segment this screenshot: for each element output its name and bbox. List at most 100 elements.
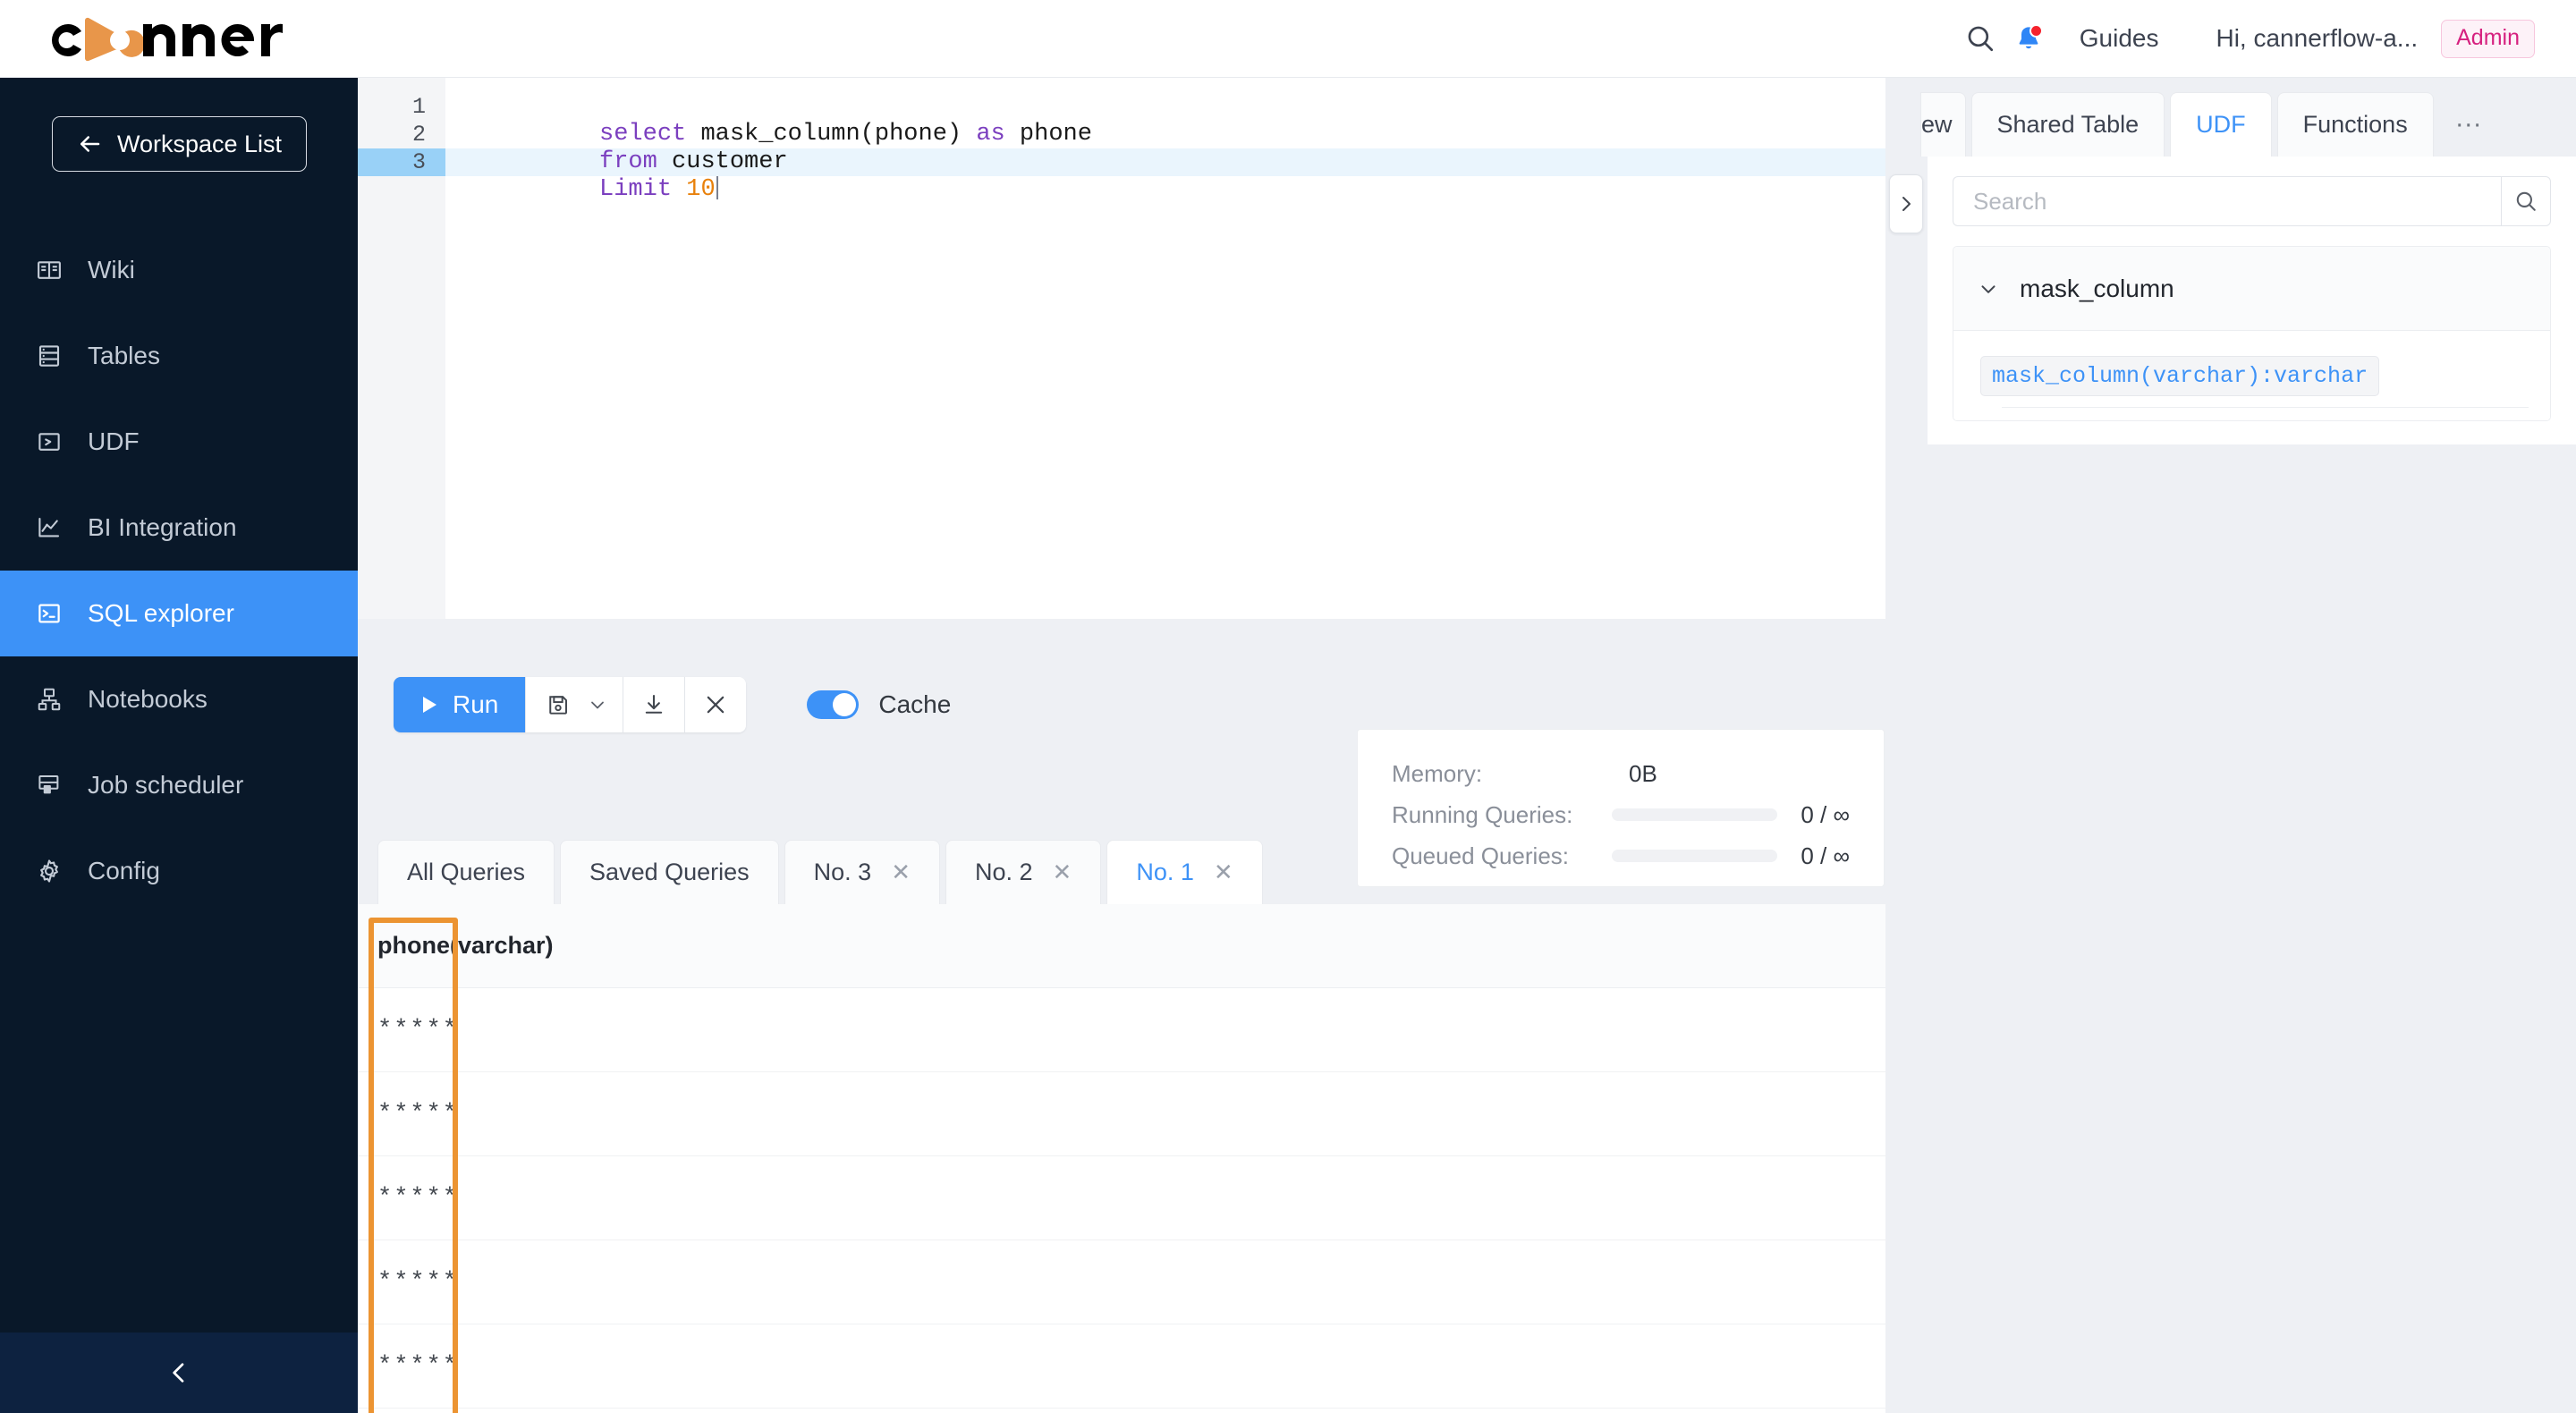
table-row[interactable]: ***** [358,1072,1885,1156]
tab-label: Saved Queries [589,859,750,885]
tab-query-no-1[interactable]: No. 1 ✕ [1106,840,1263,904]
code-line: select mask_column(phone) as phone [445,93,1885,148]
download-button[interactable] [623,677,685,732]
tab-label: Functions [2302,111,2408,138]
search-button[interactable] [1956,14,2004,63]
text-caret [716,176,718,199]
top-header: Guides Hi, cannerflow-a... Admin [0,0,2576,78]
download-icon [646,695,663,714]
workspace-list-label: Workspace List [116,130,283,157]
sql-number: 10 [686,176,716,203]
list-divider [2002,407,2529,408]
sidebar: Workspace List Wiki Tables UDF BI Integr… [0,78,358,1413]
sidebar-item-tables[interactable]: Tables [0,313,358,399]
column-header-phone[interactable]: phone(varchar) [377,932,554,960]
app-logo[interactable] [38,10,297,67]
save-floppy-icon [549,696,568,715]
sql-keyword: select [599,121,687,148]
table-row[interactable]: ***** [358,1156,1885,1240]
editor-code-area[interactable]: select mask_column(phone) as phone from … [445,78,1885,619]
workspace-list-button[interactable]: Workspace List [51,116,307,172]
sql-identifier: phone [1019,121,1092,148]
udf-search-input[interactable] [1953,176,2501,226]
cache-toggle-group: Cache [807,690,951,719]
results-header-row: phone(varchar) [358,904,1885,988]
cell-phone: ***** [377,1352,460,1380]
right-panel-expand-button[interactable] [1889,174,1923,233]
grid-blocks-icon [34,770,64,800]
sql-editor[interactable]: 1 2 3 select mask_column(phone) as phone… [358,78,1885,619]
tab-udf[interactable]: UDF [2170,92,2272,157]
stat-label: Memory: [1392,759,1483,787]
udf-search-bar [1953,176,2551,226]
sql-keyword: from [599,148,657,175]
udf-list: mask_column mask_column(varchar):varchar [1953,246,2551,421]
tab-query-no-2[interactable]: No. 2 ✕ [945,840,1102,904]
sidebar-label: Notebooks [88,685,208,713]
tab-close-icon[interactable]: ✕ [1214,859,1233,886]
cache-toggle[interactable] [807,690,860,719]
tab-shared-table[interactable]: Shared Table [1970,92,2165,157]
sidebar-item-sql-explorer[interactable]: SQL explorer [0,571,358,656]
udf-signature-chip[interactable]: mask_column(varchar):varchar [1980,356,2380,396]
chevron-right-icon [1902,197,1911,211]
sql-identifier: customer [672,148,788,175]
udf-signature-list: mask_column(varchar):varchar [1953,331,2550,420]
gear-icon [34,856,64,886]
table-row[interactable]: ***** [358,1324,1885,1409]
stat-memory: Memory: 0B [1392,753,1850,794]
sidebar-item-wiki[interactable]: Wiki [0,227,358,313]
stat-value: 0 / ∞ [1801,800,1850,828]
notification-badge-dot [2029,24,2043,38]
code-box-icon [34,427,64,457]
tab-functions[interactable]: Functions [2276,92,2434,157]
sidebar-item-bi-integration[interactable]: BI Integration [0,485,358,571]
run-button[interactable]: Run [394,677,526,732]
table-row[interactable]: ***** [358,1240,1885,1324]
cell-phone: ***** [377,1268,460,1296]
user-greeting[interactable]: Hi, cannerflow-a... [2216,24,2418,53]
tab-query-no-3[interactable]: No. 3 ✕ [784,840,940,904]
search-icon [1968,26,1993,52]
guides-link[interactable]: Guides [2080,24,2159,53]
udf-group-mask-column[interactable]: mask_column [1953,247,2550,331]
sidebar-collapse-button[interactable] [0,1333,358,1413]
cell-phone: ***** [377,1184,460,1212]
chevron-down-icon[interactable] [587,694,608,715]
tab-saved-queries[interactable]: Saved Queries [560,840,779,904]
sidebar-label: Tables [88,342,160,369]
chevron-down-icon [1981,284,1996,293]
table-row[interactable]: ***** [358,988,1885,1072]
udf-panel-body: mask_column mask_column(varchar):varchar [1928,157,2576,444]
save-query-button[interactable] [525,677,623,732]
sidebar-item-notebooks[interactable]: Notebooks [0,656,358,742]
cache-label: Cache [878,690,952,718]
notifications-button[interactable] [2004,14,2053,63]
right-panel: ew Shared Table UDF Functions ··· Search… [1920,78,2576,1413]
tab-label: No. 3 [813,859,872,885]
sidebar-label: SQL explorer [88,599,234,627]
stat-label: Running Queries: [1392,800,1573,828]
sidebar-item-config[interactable]: Config [0,828,358,914]
running-progress-bar [1611,808,1778,821]
table-row[interactable]: ***** [358,1409,1885,1413]
sidebar-item-job-scheduler[interactable]: Job scheduler [0,742,358,828]
tab-label: No. 1 [1136,859,1194,885]
sidebar-item-udf[interactable]: UDF [0,399,358,485]
udf-search-button[interactable] [2501,176,2551,226]
play-icon [423,697,436,713]
tab-view[interactable]: ew [1920,92,1966,157]
arrow-left-icon [80,136,100,152]
tab-close-icon[interactable]: ✕ [1053,859,1072,886]
editor-line-numbers: 1 2 3 [358,78,445,619]
tab-all-queries[interactable]: All Queries [377,840,555,904]
line-number: 2 [411,122,426,148]
chart-line-icon [34,512,64,543]
admin-role-badge[interactable]: Admin [2441,19,2535,58]
results-table: phone(varchar) ***** ***** ***** ***** *… [358,904,1885,1413]
tab-close-icon[interactable]: ✕ [891,859,911,886]
sql-identifier: mask_column(phone) [700,121,962,148]
cancel-query-button[interactable] [684,677,747,732]
tabs-overflow-button[interactable]: ··· [2439,92,2498,157]
conner-logo-icon [52,17,283,62]
